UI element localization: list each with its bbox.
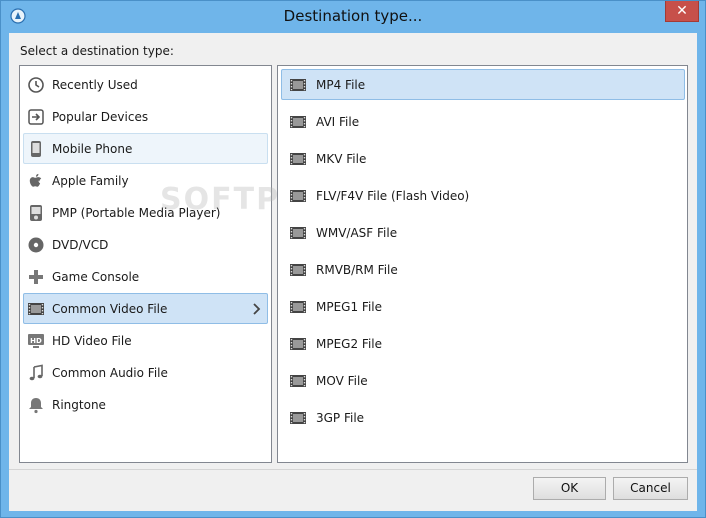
format-item[interactable]: MKV File [281,143,685,174]
format-item-label: MPEG2 File [316,336,382,351]
format-item-label: AVI File [316,114,360,129]
music-note-icon [27,364,45,382]
dialog-window: Destination type... ✕ Select a destinati… [0,0,706,518]
format-item[interactable]: MOV File [281,365,685,396]
disc-icon [27,236,45,254]
cancel-button[interactable]: Cancel [613,477,688,500]
category-item-label: Common Audio File [52,365,168,380]
format-item[interactable]: 3GP File [281,402,685,433]
film-icon [289,113,307,131]
format-item-label: RMVB/RM File [316,262,398,277]
title-bar[interactable]: Destination type... ✕ [1,1,705,33]
format-item[interactable]: AVI File [281,106,685,137]
category-item[interactable]: Recently Used [23,69,268,100]
category-item[interactable]: Apple Family [23,165,268,196]
category-item[interactable]: Mobile Phone [23,133,268,164]
film-icon [289,261,307,279]
category-item[interactable]: Popular Devices [23,101,268,132]
format-item-label: MOV File [316,373,368,388]
arrow-box-icon [27,108,45,126]
category-item-label: HD Video File [52,333,132,348]
pmp-icon [27,204,45,222]
film-icon [289,409,307,427]
format-item-label: MKV File [316,151,367,166]
category-item[interactable]: Ringtone [23,389,268,420]
film-icon [289,187,307,205]
format-item[interactable]: MP4 File [281,69,685,100]
format-item-label: FLV/F4V File (Flash Video) [316,188,470,203]
phone-icon [27,140,45,158]
film-icon [27,300,45,318]
format-item-label: MPEG1 File [316,299,382,314]
format-item-label: 3GP File [316,410,365,425]
format-list[interactable]: MP4 File AVI File MKV File FLV/F4V File (Fl… [277,65,688,463]
category-item[interactable]: Common Video File [23,293,268,324]
svg-text:HD: HD [30,337,42,345]
category-list[interactable]: SOFTPEDIA Recently Used Popular Devices Mo… [19,65,366,463]
gamepad-icon [27,268,45,286]
close-button[interactable]: ✕ [665,1,699,22]
film-icon [289,150,307,168]
hd-icon: HD [27,332,45,350]
category-item-label: Apple Family [52,173,129,188]
divider [9,469,697,470]
category-item-label: Recently Used [52,77,138,92]
category-item[interactable]: Game Console [23,261,268,292]
chevron-right-icon [251,302,263,316]
category-item-label: Game Console [52,269,140,284]
film-icon [289,335,307,353]
apple-icon [27,172,45,190]
format-item[interactable]: WMV/ASF File [281,217,685,248]
film-icon [289,298,307,316]
category-item-label: Ringtone [52,397,106,412]
format-item[interactable]: MPEG1 File [281,291,685,322]
film-icon [289,372,307,390]
film-icon [289,76,307,94]
category-item-label: DVD/VCD [52,237,109,252]
category-item[interactable]: PMP (Portable Media Player) [23,197,268,228]
category-item[interactable]: DVD/VCD [23,229,268,260]
format-item[interactable]: MPEG2 File [281,328,685,359]
category-item-label: Popular Devices [52,109,149,124]
prompt-label: Select a destination type: [20,44,174,58]
format-item[interactable]: RMVB/RM File [281,254,685,285]
bell-icon [27,396,45,414]
category-item-label: Mobile Phone [52,141,133,156]
category-item-label: PMP (Portable Media Player) [52,205,221,220]
ok-button[interactable]: OK [533,477,606,500]
clock-icon [27,76,45,94]
category-item[interactable]: Common Audio File [23,357,268,388]
format-item-label: WMV/ASF File [316,225,398,240]
format-item[interactable]: FLV/F4V File (Flash Video) [281,180,685,211]
dialog-body: Select a destination type: SOFTPEDIA Rec… [9,33,697,511]
category-item[interactable]: HD HD Video File [23,325,268,356]
film-icon [289,224,307,242]
category-item-label: Common Video File [52,301,168,316]
format-item-label: MP4 File [316,77,366,92]
window-title: Destination type... [283,7,423,25]
